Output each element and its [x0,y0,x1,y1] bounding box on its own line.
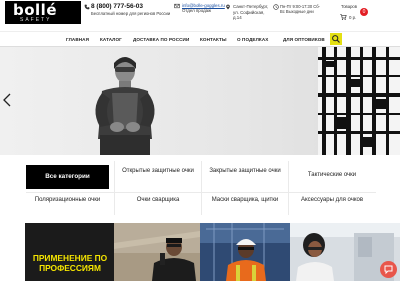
cart-label: Товаров [341,4,357,9]
category-open-glasses[interactable]: Открытые защитные очки [118,168,198,176]
nav-item-home[interactable]: ГЛАВНАЯ [66,37,89,42]
cart-icon [340,14,347,20]
category-divider [288,161,289,215]
profession-banner-title: ПРИМЕНЕНИЕ ПО ПРОФЕССИЯМ [32,253,108,273]
header-phone[interactable]: 8 (800) 777-56-03 [91,3,143,10]
logo[interactable]: bollé SAFETY [5,1,81,24]
header-email-note: Отдел продаж [182,8,212,13]
site-header: bollé SAFETY 8 (800) 777-56-03 Бесплатны… [0,0,400,30]
header-address: Санкт-Петербург, ул. Софийская, д.14 [233,4,269,20]
category-tactical-glasses[interactable]: Тактические очки [292,172,372,180]
profession-banner[interactable]: ПРИМЕНЕНИЕ ПО ПРОФЕССИЯМ [25,223,114,281]
search-icon [332,35,340,43]
nav-item-fakes[interactable]: О ПОДЕЛКАХ [237,37,268,42]
category-divider [26,192,376,193]
hero-slider[interactable] [0,47,400,155]
mail-icon [174,3,180,9]
profession-banners: ПРИМЕНЕНИЕ ПО ПРОФЕССИЯМ [0,223,400,281]
category-divider [114,161,115,215]
main-nav: ГЛАВНАЯ КАТАЛОГ ДОСТАВКА ПО РОССИИ КОНТА… [0,31,400,47]
header-phone-note: Бесплатный номер для регионов России [91,11,171,16]
category-accessories[interactable]: Аксессуары для очков [292,197,372,205]
nav-item-contacts[interactable]: КОНТАКТЫ [200,37,227,42]
nav-item-wholesale[interactable]: ДЛЯ ОПТОВИКОВ [283,37,325,42]
category-welder-glasses[interactable]: Очки сварщика [118,197,198,205]
nav-item-delivery[interactable]: ДОСТАВКА ПО РОССИИ [133,37,189,42]
category-closed-glasses[interactable]: Закрытые защитные очки [205,168,285,176]
category-all-button[interactable]: Все категории [26,165,109,189]
hero-image [0,47,400,155]
chat-icon [384,265,393,275]
header-hours: Пн-Пт 9:00-17:30 Сб-Вс Выходные дни [280,4,320,14]
category-welder-masks[interactable]: Маски сварщика, щитки [205,197,285,205]
nav-item-catalog[interactable]: КАТАЛОГ [100,37,122,42]
cart-count-badge: 0 [360,8,368,16]
logo-subtitle: SAFETY [20,17,52,23]
chevron-left-icon[interactable] [3,93,11,107]
category-grid: Все категории Открытые защитные очки Зак… [0,155,400,223]
cart-sum: 0 р. [349,15,357,20]
search-button[interactable] [330,33,342,45]
category-polarized-glasses[interactable]: Поляризационные очки [26,197,109,205]
category-divider [201,161,202,215]
location-icon [226,4,230,10]
chat-button[interactable] [380,261,397,278]
clock-icon [273,4,279,10]
header-email-block: info@bolle-goggles.ru Отдел продаж [182,3,225,13]
profession-photos [114,223,400,281]
phone-icon [84,4,90,10]
